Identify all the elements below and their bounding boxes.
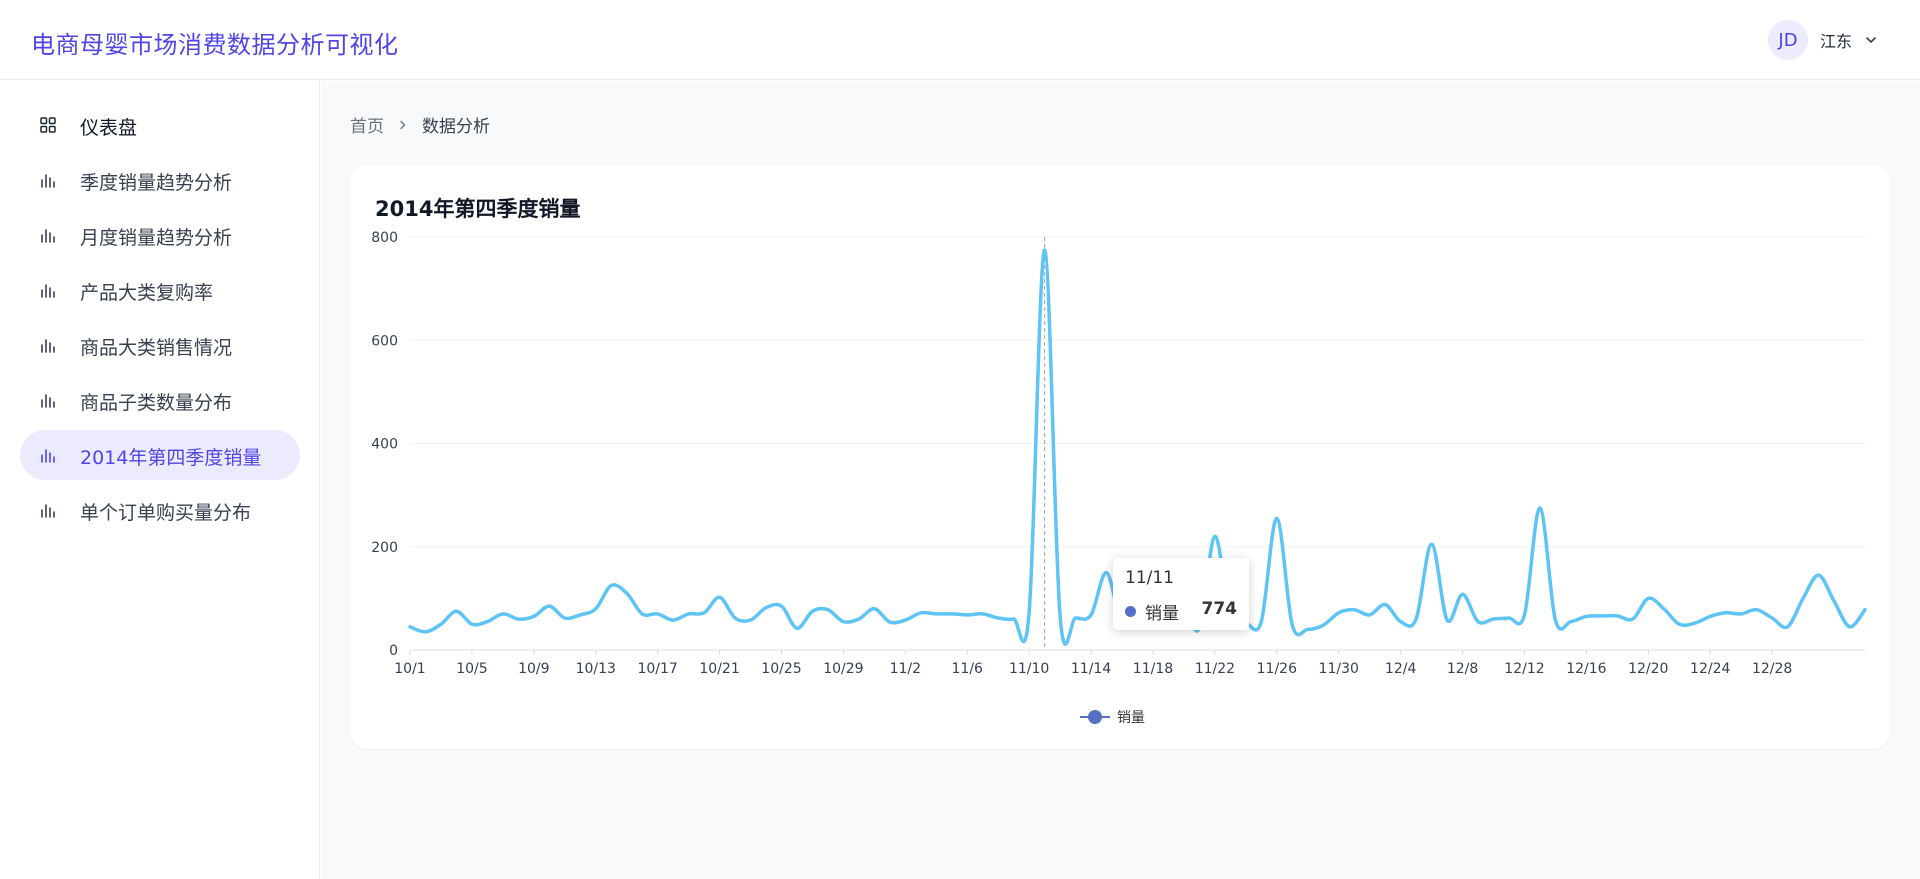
x-tick-label: 11/10 <box>1009 661 1049 677</box>
chart-card: 2014年第四季度销量 0 200 400 600 800 10/1 10/5 10/9 10/… <box>350 165 1890 749</box>
sidebar-item-label: 季度销量趋势分析 <box>80 172 233 194</box>
sidebar-item-label: 产品大类复购率 <box>80 282 214 304</box>
y-tick-label: 0 <box>389 643 398 659</box>
x-tick-label: 10/5 <box>456 661 487 677</box>
dashboard-grid-icon <box>40 117 56 133</box>
sidebar-item-quarterly-trend[interactable]: 季度销量趋势分析 <box>20 155 300 205</box>
tooltip-series-name: 销量 <box>1145 604 1179 624</box>
x-tick-label: 11/26 <box>1257 661 1297 677</box>
bar-chart-icon <box>41 174 55 188</box>
chevron-down-icon[interactable] <box>1864 33 1878 47</box>
main-content: 首页 数据分析 2014年第四季度销量 0 200 400 600 800 10/1 10/… <box>321 81 1920 879</box>
user-menu[interactable]: JD 江东 <box>1767 20 1878 60</box>
sidebar-item-dashboard[interactable]: 仪表盘 <box>20 100 300 150</box>
sidebar-item-label: 仪表盘 <box>80 117 138 139</box>
bar-chart-icon <box>41 394 55 408</box>
x-tick-label: 12/8 <box>1447 661 1478 677</box>
legend-marker-icon <box>1088 710 1102 724</box>
x-tick-label: 12/16 <box>1566 661 1606 677</box>
x-tick-label: 11/14 <box>1071 661 1111 677</box>
tooltip-series-marker <box>1125 606 1136 617</box>
chevron-right-icon <box>400 120 406 129</box>
bar-chart-icon <box>41 449 55 463</box>
bar-chart-icon <box>41 284 55 298</box>
y-tick-label: 400 <box>371 437 398 453</box>
x-tick-label: 11/22 <box>1195 661 1235 677</box>
legend-label: 销量 <box>1117 710 1145 726</box>
sidebar-item-order-quantity-distribution[interactable]: 单个订单购买量分布 <box>20 485 300 535</box>
sidebar-item-q4-2014-sales[interactable]: 2014年第四季度销量 <box>20 430 300 480</box>
sidebar-item-category-sales[interactable]: 商品大类销售情况 <box>20 320 300 370</box>
x-tick-label: 12/12 <box>1504 661 1544 677</box>
data-point <box>1042 248 1047 253</box>
tooltip-value: 774 <box>1201 599 1238 619</box>
x-tick-label: 12/24 <box>1690 661 1730 677</box>
breadcrumb: 首页 数据分析 <box>350 112 490 137</box>
app-title: 电商母婴市场消费数据分析可视化 <box>31 31 399 59</box>
sales-line-chart[interactable]: 0 200 400 600 800 10/1 10/5 10/9 10/13 10/17 10/21… <box>350 165 1890 749</box>
x-tick-label: 10/1 <box>394 661 425 677</box>
breadcrumb-home-link[interactable]: 首页 <box>350 112 384 137</box>
sidebar-item-label: 商品子类数量分布 <box>80 392 233 414</box>
bar-chart-icon <box>41 229 55 243</box>
bar-chart-icon <box>41 339 55 353</box>
sidebar-item-monthly-trend[interactable]: 月度销量趋势分析 <box>20 210 300 260</box>
sidebar-item-repurchase-rate[interactable]: 产品大类复购率 <box>20 265 300 315</box>
x-tick-label: 10/17 <box>637 661 677 677</box>
user-name[interactable]: 江东 <box>1820 28 1852 52</box>
x-tick-label: 11/30 <box>1319 661 1359 677</box>
x-tick-label: 12/28 <box>1752 661 1792 677</box>
avatar[interactable]: JD <box>1767 20 1808 60</box>
y-tick-label: 800 <box>371 230 398 246</box>
y-tick-label: 600 <box>371 333 398 349</box>
x-tick-label: 11/2 <box>890 661 921 677</box>
chart-tooltip: 11/11 销量 774 <box>1113 558 1249 630</box>
x-tick-label: 10/29 <box>823 661 863 677</box>
x-tick-label: 12/20 <box>1628 661 1668 677</box>
sidebar-item-label: 月度销量趋势分析 <box>80 227 233 249</box>
y-tick-label: 200 <box>371 540 398 556</box>
sidebar-item-label: 单个订单购买量分布 <box>80 502 252 524</box>
sidebar-item-subcategory-distribution[interactable]: 商品子类数量分布 <box>20 375 300 425</box>
x-tick-label: 10/13 <box>576 661 616 677</box>
sidebar: 仪表盘 季度销量趋势分析 月度销量趋势分析 产品大类复购率 商品大类销售情况 商… <box>0 80 320 879</box>
x-tick-label: 10/25 <box>761 661 801 677</box>
sidebar-item-label: 商品大类销售情况 <box>80 337 233 359</box>
x-tick-label: 11/6 <box>952 661 984 677</box>
bar-chart-icon <box>41 504 55 518</box>
top-bar: 电商母婴市场消费数据分析可视化 JD 江东 <box>0 0 1920 80</box>
x-tick-label: 10/9 <box>518 661 549 677</box>
x-tick-label: 12/4 <box>1385 661 1417 677</box>
tooltip-title: 11/11 <box>1125 568 1174 588</box>
sidebar-item-label: 2014年第四季度销量 <box>80 447 262 469</box>
x-tick-label: 10/21 <box>699 661 739 677</box>
x-tick-label: 11/18 <box>1133 661 1173 677</box>
breadcrumb-current: 数据分析 <box>422 117 490 137</box>
